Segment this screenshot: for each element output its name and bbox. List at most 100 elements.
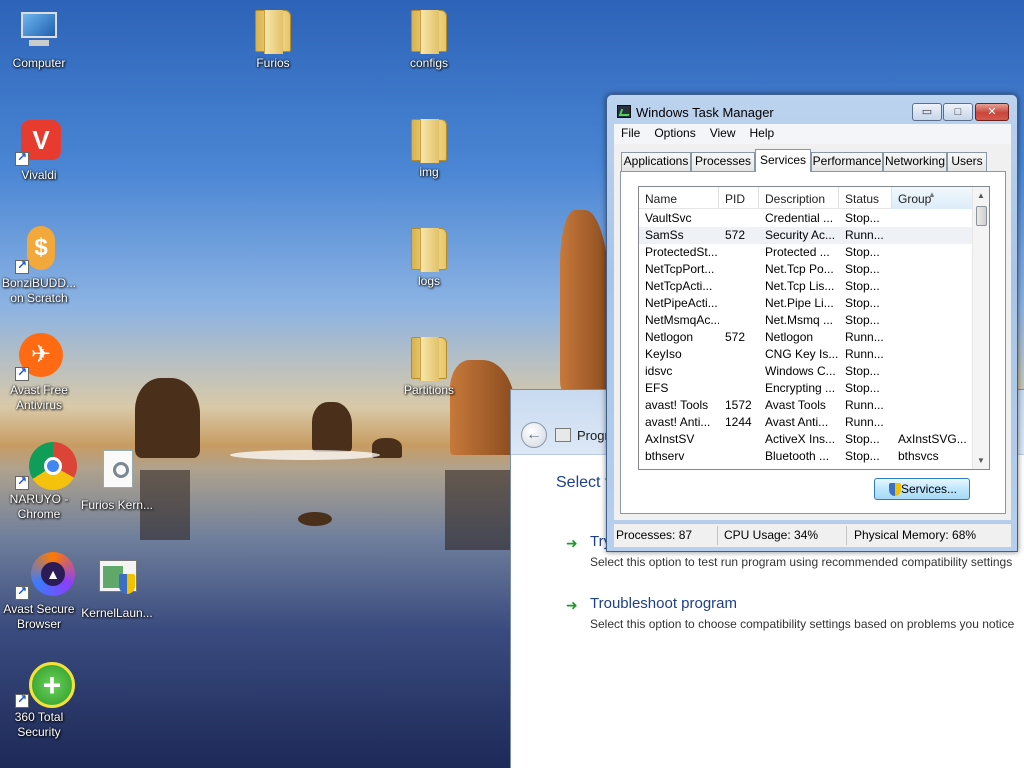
desktop-icon-avast[interactable]: ✈ Avast Free Antivirus (0, 333, 78, 413)
rock-reflection-2 (445, 470, 510, 550)
desktop-icon-folder-partitions[interactable]: Partitions (390, 333, 468, 398)
desktop-icon-computer[interactable]: Computer (0, 6, 78, 71)
tab-users[interactable]: Users (947, 152, 987, 171)
service-description: Avast Anti... (765, 415, 829, 429)
desktop-icon-folder-logs[interactable]: logs (390, 224, 468, 289)
table-row[interactable]: AxInstSV ActiveX Ins... Stop... AxInstSVG..… (639, 431, 973, 448)
service-description: Bluetooth ... (765, 449, 830, 463)
status-bar: Processes: 87 CPU Usage: 34% Physical Me… (614, 523, 1011, 547)
service-group: bthsvcs (898, 449, 939, 463)
service-status: Runn... (845, 228, 884, 242)
table-row[interactable]: EFS Encrypting ... Stop... (639, 380, 973, 397)
service-name: idsvc (645, 364, 673, 378)
service-name: NetTcpPort... (645, 262, 715, 276)
kernel-launcher-icon (93, 556, 141, 604)
service-status: Stop... (845, 296, 880, 310)
tab-networking[interactable]: Networking (883, 152, 947, 171)
desktop-icon-chrome[interactable]: NARUYO - Chrome (0, 442, 78, 522)
wave-foam (230, 450, 380, 460)
tab-processes[interactable]: Processes (691, 152, 755, 171)
table-row[interactable]: KeyIso CNG Key Is... Runn... (639, 346, 973, 363)
scroll-down-icon[interactable]: ▼ (973, 452, 989, 469)
task-manager-body: Applications Processes Services Performa… (614, 144, 1011, 520)
service-description: Credential ... (765, 211, 834, 225)
table-row[interactable]: NetTcpActi... Net.Tcp Lis... Stop... (639, 278, 973, 295)
service-status: Stop... (845, 449, 880, 463)
service-status: Stop... (845, 381, 880, 395)
table-row[interactable]: avast! Tools 1572 Avast Tools Runn... (639, 397, 973, 414)
desktop-icon-folder-img[interactable]: img (390, 115, 468, 180)
scroll-thumb[interactable] (976, 206, 987, 226)
service-description: Avast Tools (765, 398, 826, 412)
table-row[interactable]: avast! Anti... 1244 Avast Anti... Runn... (639, 414, 973, 431)
column-header-name[interactable]: Name (639, 187, 719, 209)
menu-options[interactable]: Options (647, 124, 702, 140)
menu-view[interactable]: View (703, 124, 743, 140)
compat-heading: Select t (556, 474, 610, 491)
status-cpu-usage: CPU Usage: 34% (724, 528, 819, 542)
table-row[interactable]: NetTcpPort... Net.Tcp Po... Stop... (639, 261, 973, 278)
compat-title: Progr (577, 428, 609, 443)
menu-file[interactable]: File (614, 124, 647, 140)
desktop-icon-avast-secure-browser[interactable]: ▲ Avast Secure Browser (0, 552, 78, 632)
tab-services[interactable]: Services (755, 149, 811, 172)
tab-performance[interactable]: Performance (811, 152, 883, 171)
service-name: NetPipeActi... (645, 296, 718, 310)
avast-secure-browser-icon: ▲ (15, 552, 75, 600)
service-description: Encrypting ... (765, 381, 836, 395)
table-row[interactable]: NetPipeActi... Net.Pipe Li... Stop... (639, 295, 973, 312)
table-row[interactable]: VaultSvc Credential ... Stop... (639, 210, 973, 227)
status-divider (717, 526, 718, 545)
uac-shield-icon (889, 483, 901, 496)
table-row[interactable]: Netlogon 572 Netlogon Runn... (639, 329, 973, 346)
service-name: NetTcpActi... (645, 279, 713, 293)
table-row[interactable]: SamSs 572 Security Ac... Runn... (639, 227, 973, 244)
service-name: Netlogon (645, 330, 694, 344)
desktop-icon-folder-configs[interactable]: configs (390, 6, 468, 71)
service-description: ActiveX Ins... (765, 432, 836, 446)
window-title: Windows Task Manager (636, 105, 774, 120)
service-status: Stop... (845, 313, 880, 327)
column-header-pid[interactable]: PID (719, 187, 759, 209)
task-manager-icon (617, 105, 631, 118)
table-row[interactable]: bthserv Bluetooth ... Stop... bthsvcs (639, 448, 973, 465)
close-button[interactable]: ✕ (975, 103, 1009, 121)
desktop-icon-bonzibuddy[interactable]: $ BonziBUDD... on Scratch (0, 226, 78, 306)
service-group: AxInstSVG... (898, 432, 967, 446)
wet-rock (298, 512, 332, 526)
service-status: Stop... (845, 432, 880, 446)
column-header-group[interactable]: ▲ Group (892, 187, 973, 209)
tab-applications[interactable]: Applications (621, 152, 691, 171)
table-row[interactable]: NetMsmqAc... Net.Msmq ... Stop... (639, 312, 973, 329)
service-description: Netlogon (765, 330, 814, 344)
back-button[interactable]: ← (521, 422, 547, 448)
desktop-icon-vivaldi[interactable]: V Vivaldi (0, 118, 78, 183)
desktop-icon-kernel-launcher[interactable]: KernelLaun... (78, 556, 156, 621)
service-status: Stop... (845, 262, 880, 276)
green-arrow-icon: ➜ (566, 535, 578, 551)
column-header-description[interactable]: Description (759, 187, 839, 209)
scroll-up-icon[interactable]: ▲ (973, 187, 989, 204)
desktop-icon-furios-kernel[interactable]: Furios Kern... (78, 448, 156, 513)
service-status: Stop... (845, 211, 880, 225)
table-row[interactable]: ProtectedSt... Protected ... Stop... (639, 244, 973, 261)
services-list[interactable]: Name PID Description Status ▲ Group Vaul… (638, 186, 990, 470)
maximize-button[interactable]: □ (943, 103, 973, 121)
service-status: Runn... (845, 398, 884, 412)
service-description: Protected ... (765, 245, 830, 259)
table-row[interactable]: idsvc Windows C... Stop... (639, 363, 973, 380)
services-button[interactable]: Services... (874, 478, 970, 500)
service-name: avast! Tools (645, 398, 709, 412)
desktop-icon-folder-furios[interactable]: Furios (234, 6, 312, 71)
service-name: VaultSvc (645, 211, 692, 225)
avast-icon: ✈ (15, 333, 63, 381)
column-header-status[interactable]: Status (839, 187, 892, 209)
services-button-label: Services... (900, 482, 957, 496)
desktop-icon-360-total-security[interactable]: + 360 Total Security (0, 660, 78, 740)
minimize-button[interactable]: ▭ (912, 103, 942, 121)
title-bar[interactable]: Windows Task Manager ▭ □ ✕ (607, 95, 1017, 123)
task-manager-window[interactable]: Windows Task Manager ▭ □ ✕ File Options Vi… (606, 94, 1018, 552)
service-description: Net.Tcp Lis... (765, 279, 835, 293)
menu-help[interactable]: Help (743, 124, 782, 140)
vertical-scrollbar[interactable]: ▲ ▼ (972, 187, 989, 469)
